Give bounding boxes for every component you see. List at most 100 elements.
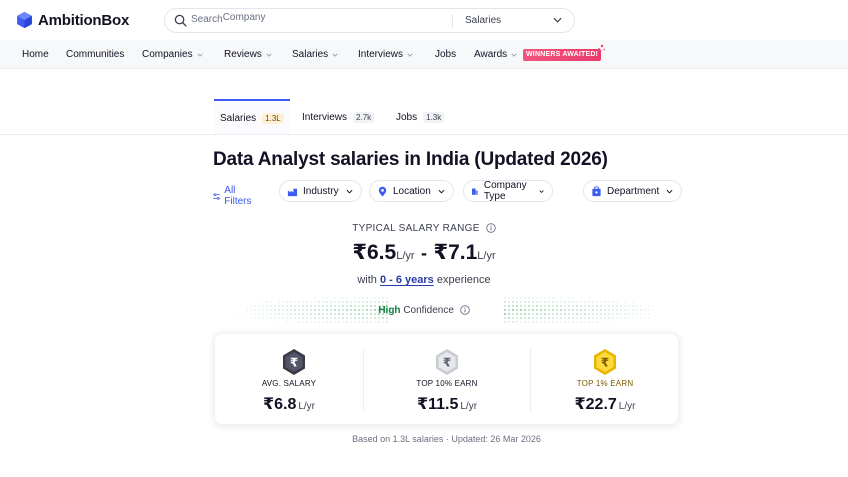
top-bar: AmbitionBox SearchCompany Salaries [0,0,848,40]
salary-range-values: ₹6.5L/yr - ₹7.1L/yr [0,240,848,265]
nav-reviews[interactable]: Reviews [224,49,272,60]
industry-filter[interactable]: Industry [279,180,362,202]
stat-amount: ₹11.5 [416,396,459,413]
range-separator: - [421,243,427,263]
stat-value: ₹22.7 L/yr [531,394,679,414]
svg-text:₹: ₹ [601,356,609,370]
search-divider [452,14,453,28]
svg-text:₹: ₹ [290,356,298,370]
location-filter[interactable]: Location [369,180,454,202]
experience-years-link[interactable]: 0 - 6 years [380,274,434,286]
svg-text:₹: ₹ [443,356,451,370]
confidence-level: High [378,305,401,316]
nav-interviews[interactable]: Interviews [358,49,413,60]
chevron-down-icon [266,53,272,57]
confidence-indicator: High Confidence [0,305,848,316]
nav-label: Jobs [435,49,457,60]
salary-unit: L/yr [396,250,415,262]
department-filter[interactable]: Department [583,180,683,202]
filter-sliders-icon [213,192,221,200]
main-nav: Home Communities Companies Reviews Salar… [0,40,848,69]
chevron-down-icon [346,189,353,194]
nav-label: Awards [474,49,508,60]
search-placeholder-company: Company [222,12,266,23]
industry-icon [287,188,298,196]
ambitionbox-logo-icon [17,11,32,29]
stat-label: TOP 1% EARN [576,379,634,388]
filter-label: Company Type [483,180,527,202]
search-icon [174,14,187,27]
nav-jobs[interactable]: Jobs [435,49,456,60]
stat-unit: L/yr [618,401,636,412]
stat-amount: ₹22.7 [574,396,617,413]
salary-stats-card: ₹ AVG. SALARY ₹6.8 L/yr ₹ TOP 10% EARN ₹1… [214,333,679,425]
salary-max: ₹7.1 [433,241,478,264]
brand-logo[interactable]: AmbitionBox [16,11,129,29]
stat-label: TOP 10% EARN [416,379,478,388]
confidence-label: Confidence [403,305,454,316]
experience-line: with 0 - 6 years experience [0,274,848,286]
tab-count-badge: 1.3k [423,111,445,123]
search-bar[interactable]: SearchCompany Salaries [164,8,575,33]
nav-awards[interactable]: Awards [474,49,517,60]
page-title: Data Analyst salaries in India (Updated … [213,149,608,170]
chevron-down-icon [197,53,203,57]
nav-label: Reviews [224,49,262,60]
typical-salary-range-label: TYPICAL SALARY RANGE [0,223,848,234]
chevron-down-icon [666,189,673,194]
nav-label: Salaries [292,49,329,60]
search-placeholder: Search [191,14,223,25]
stat-unit: L/yr [460,401,478,412]
info-icon[interactable] [486,223,496,233]
company-type-filter[interactable]: Company Type [463,180,553,202]
tabs-divider [0,134,848,135]
salary-min: ₹6.5 [352,241,397,264]
chevron-down-icon [407,53,413,57]
filter-label: Department [607,185,660,197]
tab-label: Salaries [220,112,257,124]
building-icon [471,188,478,195]
filter-label: Location [393,185,431,197]
brand-name: AmbitionBox [38,11,130,29]
winners-awaited-badge[interactable]: WINNERS AWAITED! [523,49,602,61]
stat-amount: ₹6.8 [262,396,297,413]
stat-unit: L/yr [298,401,316,412]
top-10-percent-stat: ₹ TOP 10% EARN ₹11.5 L/yr [364,334,530,426]
tab-interviews[interactable]: Interviews 2.7k [296,99,380,135]
chevron-down-icon[interactable] [553,17,562,23]
exp-suffix: experience [436,274,491,286]
tab-count-badge: 2.7k [353,111,375,123]
location-pin-icon [378,186,387,197]
sparkle-icon [598,44,605,51]
rupee-coin-gold-icon: ₹ [594,349,616,375]
chevron-down-icon [438,189,445,194]
tab-salaries[interactable]: Salaries 1.3L [214,99,290,135]
salary-unit: L/yr [477,250,496,262]
tab-label: Interviews [302,111,348,123]
filter-label: Industry [303,185,339,197]
nav-companies[interactable]: Companies [142,49,203,60]
nav-label: Home [22,49,49,60]
avg-salary-stat: ₹ AVG. SALARY ₹6.8 L/yr [215,334,363,426]
nav-communities[interactable]: Communities [66,49,124,60]
rupee-coin-silver-icon: ₹ [436,349,458,375]
nav-home[interactable]: Home [22,49,49,60]
tab-jobs[interactable]: Jobs 1.3k [390,99,450,135]
tab-label: Jobs [396,111,418,123]
rupee-coin-dark-icon: ₹ [283,349,305,375]
chevron-down-icon [332,53,338,57]
tab-count-badge: 1.3L [262,112,284,124]
search-category-select[interactable]: Salaries [465,15,501,26]
stat-value: ₹6.8 L/yr [215,394,363,414]
nav-salaries[interactable]: Salaries [292,49,338,60]
top-1-percent-stat: ₹ TOP 1% EARN ₹22.7 L/yr [531,334,679,426]
nav-label: Communities [66,49,125,60]
stat-label: AVG. SALARY [261,379,317,388]
search-input[interactable]: SearchCompany [191,12,266,25]
info-icon[interactable] [459,305,470,315]
stat-value: ₹11.5 L/yr [364,394,530,414]
department-icon [592,185,601,196]
all-filters-button[interactable]: All Filters [213,185,254,207]
nav-label: Companies [142,49,193,60]
nav-label: Interviews [358,49,404,60]
